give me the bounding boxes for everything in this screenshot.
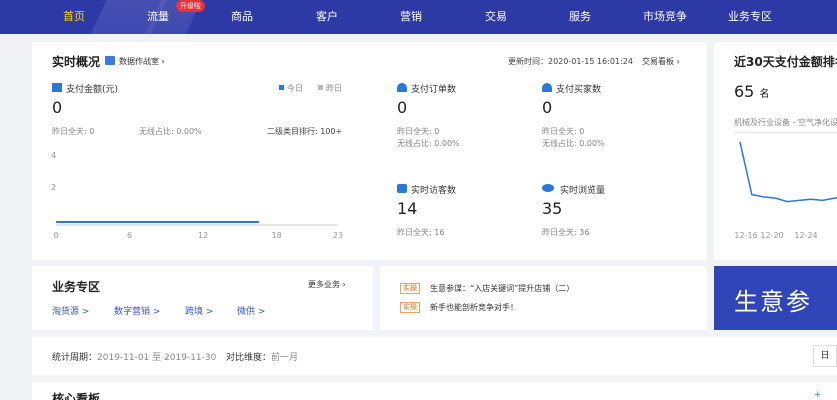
visitor-icon <box>397 184 407 193</box>
business-card: 业务专区 更多业务 › 淘货源 > 数字营销 > 跨境 > 微供 > <box>32 266 373 330</box>
pay-amount-label: 支付金额(元) <box>66 85 119 95</box>
more-business-link[interactable]: 更多业务 › <box>308 279 346 290</box>
rank30-chart: 12-16 12-20 12-24 <box>734 141 837 240</box>
dashboard-icon <box>105 56 115 65</box>
news-item[interactable]: 生意参谋：“入店关键词”提升店铺（二） <box>430 283 574 294</box>
pay-amount-yesterday: 昨日全天: 0 <box>52 127 95 136</box>
pay-amount-wireless: 无线占比: 0.00% <box>139 127 202 136</box>
promo-banner[interactable]: 生意参 <box>714 266 837 330</box>
divider <box>734 132 837 133</box>
x-tick-label: 18 <box>272 231 282 240</box>
rank30-value: 65 名 <box>734 82 770 101</box>
rank-x-tick-label: 12-16 <box>734 231 757 240</box>
upgrade-badge: 升级啦 <box>176 0 205 12</box>
update-time: 更新时间：2020-01-15 16:01:24 <box>508 57 633 66</box>
data-screen-link[interactable]: 数据作战室 › <box>119 56 165 67</box>
pay-amount-value: 0 <box>52 98 63 117</box>
rank30-title: 近30天支付金额排名 <box>734 55 837 69</box>
visitors-value: 14 <box>397 199 418 218</box>
rank30-category: 机械及行业设备 - 空气净化设 <box>734 118 837 127</box>
rank-x-tick-label: 12-20 <box>760 231 783 240</box>
pay-buyers-wireless: 无线占比: 0.00% <box>542 139 605 148</box>
biz-link-crossborder[interactable]: 跨境 > <box>185 304 213 317</box>
biz-link-marketing[interactable]: 数字营销 > <box>114 304 160 317</box>
news-card: 实操 生意参谋：“入店关键词”提升店铺（二） 实操 新手也能剖析竞争对手！ <box>380 266 707 330</box>
nav-home[interactable]: 首页 <box>50 0 98 34</box>
rank-x-tick-label: 12-24 <box>794 231 817 240</box>
core-card: 核心看板 + <box>32 382 837 400</box>
pay-orders-yesterday: 昨日全天: 0 <box>397 127 440 136</box>
pay-amount-rank: 二级类目排行: 100+ <box>267 127 343 136</box>
biz-link-huoyuan[interactable]: 淘货源 > <box>52 304 89 317</box>
x-tick-label: 6 <box>127 231 132 240</box>
y-tick-label: 4 <box>51 151 56 160</box>
news-tag: 实操 <box>400 283 420 294</box>
pay-orders-label: 支付订单数 <box>411 85 457 95</box>
nav-customer[interactable]: 客户 <box>303 0 351 34</box>
buyers-icon <box>542 83 552 92</box>
nav-service[interactable]: 服务 <box>556 0 604 34</box>
pay-buyers-label: 支付买家数 <box>556 85 602 95</box>
pay-buyers-value: 0 <box>542 98 553 117</box>
money-icon <box>52 83 62 92</box>
x-tick-label: 0 <box>53 231 58 240</box>
orders-icon <box>397 83 407 92</box>
date-day-button[interactable]: 日 <box>813 345 837 367</box>
biz-link-weigong[interactable]: 微供 > <box>237 304 265 317</box>
pay-orders-value: 0 <box>397 98 408 117</box>
realtime-chart: 4 2 0 6 12 18 23 <box>51 151 343 240</box>
pageviews-label: 实时浏览量 <box>560 186 606 196</box>
visitors-label: 实时访客数 <box>411 186 457 196</box>
rank-series-line <box>739 141 837 203</box>
x-tick-label: 12 <box>198 231 208 240</box>
y-tick-label: 2 <box>51 183 56 192</box>
x-tick-label: 23 <box>333 231 343 240</box>
pay-orders-wireless: 无线占比: 0.00% <box>397 139 460 148</box>
top-nav: 首页 流量 升级啦 商品 客户 营销 交易 服务 市场竞争 业务专区 <box>0 0 837 34</box>
pageviews-yesterday: 昨日全天: 36 <box>542 228 590 237</box>
period-bar: 统计周期：2019-11-01 至 2019-11-30 对比维度：前一月 日 <box>32 337 837 375</box>
plus-icon[interactable]: + <box>814 390 822 400</box>
nav-goods[interactable]: 商品 <box>218 0 266 34</box>
nav-trade[interactable]: 交易 <box>472 0 520 34</box>
stat-period: 统计周期：2019-11-01 至 2019-11-30 <box>52 353 217 363</box>
pay-buyers-yesterday: 昨日全天: 0 <box>542 127 585 136</box>
legend-today: 今日 <box>287 84 303 93</box>
core-title: 核心看板 <box>52 392 101 400</box>
legend-today-swatch <box>279 85 284 90</box>
realtime-title: 实时概况 <box>52 55 101 69</box>
business-title: 业务专区 <box>52 280 101 294</box>
visitors-yesterday: 昨日全天: 16 <box>397 228 445 237</box>
legend-yesterday-swatch <box>318 85 323 90</box>
trade-board-link[interactable]: 交易看板 › <box>642 56 680 67</box>
compare-dimension: 对比维度：前一月 <box>226 353 299 363</box>
nav-traffic[interactable]: 流量 <box>134 0 182 34</box>
legend-yesterday: 昨日 <box>326 84 342 93</box>
pageviews-value: 35 <box>542 199 563 218</box>
news-tag: 实操 <box>400 302 420 313</box>
news-item[interactable]: 新手也能剖析竞争对手！ <box>430 302 518 313</box>
eye-icon <box>542 184 554 192</box>
nav-marketing[interactable]: 营销 <box>387 0 435 34</box>
nav-competition[interactable]: 市场竞争 <box>635 0 695 34</box>
nav-business[interactable]: 业务专区 <box>720 0 780 34</box>
